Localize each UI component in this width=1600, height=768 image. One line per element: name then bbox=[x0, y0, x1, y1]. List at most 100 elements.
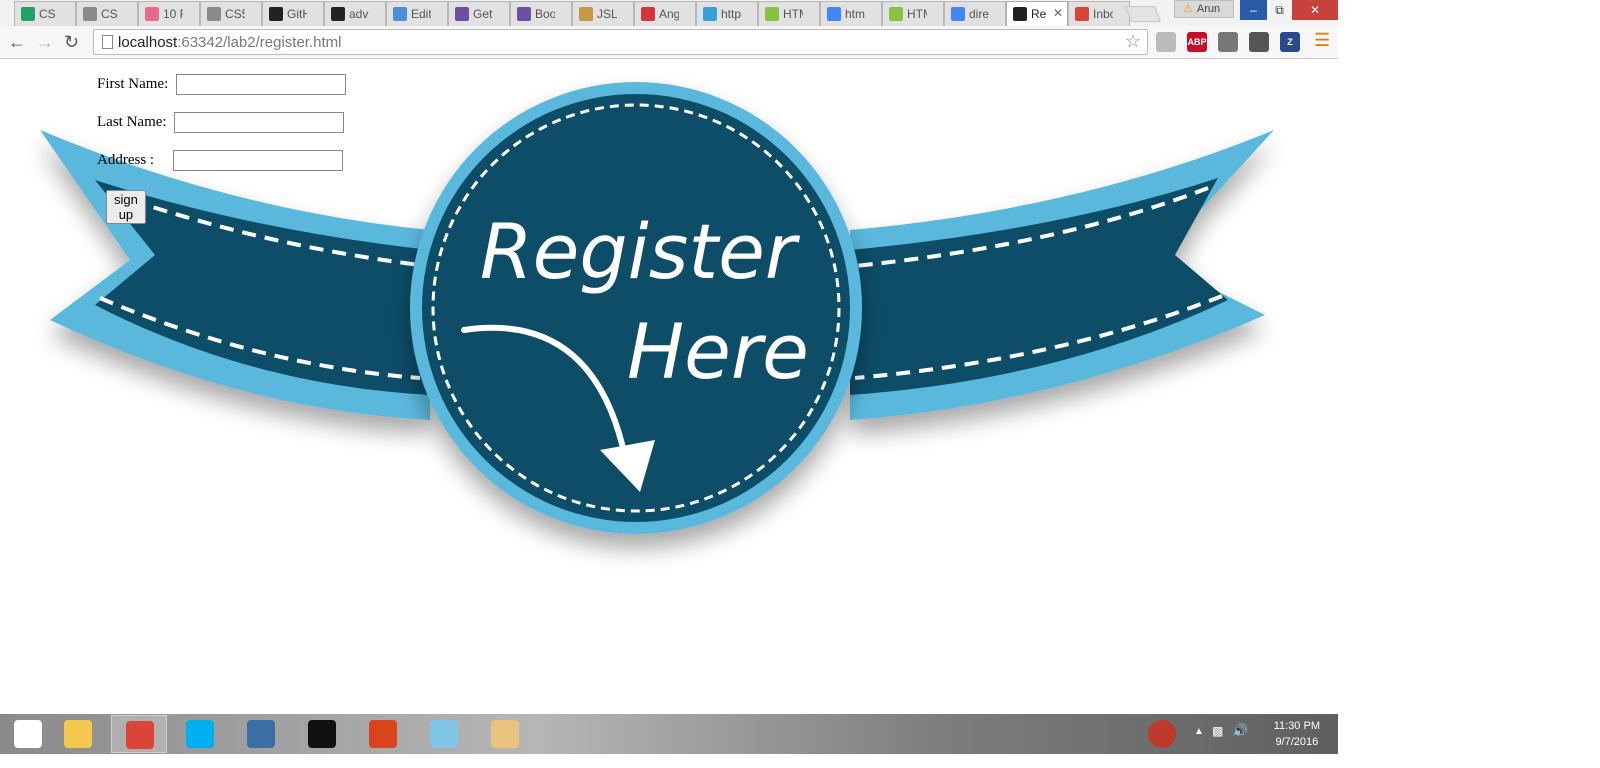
tab-label: Inbox bbox=[1093, 7, 1113, 21]
tab-label: Re bbox=[1031, 7, 1047, 21]
address-input[interactable] bbox=[173, 150, 343, 171]
start-button-taskbar-button[interactable] bbox=[0, 715, 56, 753]
browser-tab[interactable]: direc bbox=[944, 1, 1006, 26]
skype-taskbar-button[interactable] bbox=[172, 715, 228, 753]
shield-extension-icon[interactable] bbox=[1156, 32, 1176, 52]
browser-tab[interactable]: Inbox bbox=[1068, 1, 1130, 26]
clock[interactable]: 11:30 PM 9/7/2016 bbox=[1274, 718, 1320, 750]
address-label: Address : bbox=[97, 152, 155, 168]
tab-label: 10 R bbox=[163, 7, 183, 21]
close-tab-icon[interactable]: ✕ bbox=[1053, 6, 1063, 20]
tab-label: Getti bbox=[473, 7, 493, 21]
file-explorer-icon bbox=[64, 720, 92, 748]
jslint-icon bbox=[579, 7, 593, 21]
browser-tab[interactable]: CS bbox=[14, 1, 76, 26]
page-icon bbox=[102, 35, 113, 49]
browser-tab[interactable]: Angu bbox=[634, 1, 696, 26]
browser-tab[interactable]: html bbox=[820, 1, 882, 26]
tab-label: CS bbox=[39, 7, 56, 21]
paint-taskbar-button[interactable] bbox=[477, 715, 533, 753]
back-arrow-icon[interactable]: ← bbox=[8, 32, 26, 53]
profile-button[interactable]: ⚠ Arun bbox=[1174, 0, 1234, 18]
clock-date: 9/7/2016 bbox=[1275, 736, 1319, 748]
browser-tab[interactable]: JSLin bbox=[572, 1, 634, 26]
last-name-label: Last Name: bbox=[97, 114, 167, 130]
adblock-plus-icon[interactable]: ABP bbox=[1187, 32, 1207, 52]
restore-button[interactable]: ⧉ bbox=[1267, 0, 1292, 20]
url-text[interactable]: localhost:63342/lab2/register.html bbox=[118, 34, 341, 51]
tab-label: CS55 bbox=[225, 7, 245, 21]
banner-line-2: Here bbox=[627, 307, 809, 396]
first-name-label: First Name: bbox=[97, 76, 169, 92]
tab-label: Angu bbox=[659, 7, 679, 21]
menu-icon[interactable]: ☰ bbox=[1314, 30, 1330, 51]
start-button-icon bbox=[14, 720, 42, 748]
tab-label: HTM bbox=[907, 7, 927, 21]
document-icon bbox=[207, 7, 221, 21]
acrobat-icon bbox=[369, 720, 397, 748]
browser-tab[interactable]: CS bbox=[76, 1, 138, 26]
bookmark-star-icon[interactable]: ☆ bbox=[1125, 31, 1141, 52]
tab-label: GitH bbox=[287, 7, 307, 21]
volume-icon[interactable]: 🔊 bbox=[1232, 723, 1248, 739]
address-bar[interactable]: localhost:63342/lab2/register.html ☆ bbox=[93, 29, 1148, 55]
browser-tab[interactable]: 10 R bbox=[138, 1, 200, 26]
last-name-input[interactable] bbox=[174, 112, 344, 133]
network-icon[interactable]: ▩ bbox=[1212, 724, 1223, 738]
sign-up-button[interactable]: sign up bbox=[106, 190, 146, 224]
desktop-edge bbox=[0, 754, 1600, 768]
browser-tab[interactable]: Re ✕ bbox=[1006, 1, 1068, 26]
browser-tab[interactable]: adva bbox=[324, 1, 386, 26]
browser-tab[interactable]: Getti bbox=[448, 1, 510, 26]
google-icon bbox=[827, 7, 841, 21]
profile-name: Arun bbox=[1196, 3, 1221, 15]
webstorm-icon bbox=[1013, 7, 1027, 21]
cast-icon[interactable] bbox=[1218, 32, 1238, 52]
webstorm-taskbar-button[interactable] bbox=[294, 715, 350, 753]
left-ribbon bbox=[40, 130, 430, 420]
show-hidden-icons-icon[interactable]: ▲ bbox=[1194, 726, 1204, 737]
pocket-extension-icon[interactable] bbox=[1249, 32, 1269, 52]
new-tab-button[interactable] bbox=[1125, 6, 1161, 22]
window-app-taskbar-button[interactable] bbox=[233, 715, 289, 753]
webstorm-icon bbox=[308, 720, 336, 748]
notes-taskbar-button[interactable] bbox=[416, 715, 472, 753]
browser-window: Inbox Re ✕ direc HTM html HTM https Angu JSLin Boo… bbox=[0, 0, 1338, 60]
chrome-taskbar-button[interactable] bbox=[111, 715, 167, 753]
forward-arrow-icon[interactable]: → bbox=[36, 32, 54, 53]
tab-label: html bbox=[845, 7, 865, 21]
window-app-icon bbox=[247, 720, 275, 748]
file-explorer-taskbar-button[interactable] bbox=[50, 715, 106, 753]
bootstrap-icon bbox=[517, 7, 531, 21]
close-window-button[interactable]: ✕ bbox=[1292, 0, 1338, 20]
browser-tab[interactable]: CS55 bbox=[200, 1, 262, 26]
reload-icon[interactable]: ↻ bbox=[64, 32, 79, 53]
cloud-icon bbox=[393, 7, 407, 21]
browser-tab[interactable]: Boots bbox=[510, 1, 572, 26]
browser-tab[interactable]: HTM bbox=[882, 1, 944, 26]
windows-taskbar: ▲ ▩ 🔊 11:30 PM 9/7/2016 bbox=[0, 714, 1338, 754]
page-content: Register Here First Name: Last Name: Add… bbox=[0, 60, 1338, 714]
tab-label: CS bbox=[101, 7, 118, 21]
chrome-icon bbox=[126, 721, 154, 749]
browser-tab[interactable]: GitH bbox=[262, 1, 324, 26]
browser-tab[interactable]: HTM bbox=[758, 1, 820, 26]
right-ribbon bbox=[850, 130, 1274, 420]
minimize-button[interactable]: – bbox=[1240, 0, 1267, 20]
tab-label: Edit bbox=[411, 7, 431, 21]
paint-icon bbox=[491, 720, 519, 748]
tab-label: https bbox=[721, 7, 741, 21]
browser-tab[interactable]: https bbox=[696, 1, 758, 26]
clock-time: 11:30 PM bbox=[1273, 720, 1320, 732]
browser-tab[interactable]: Edit bbox=[386, 1, 448, 26]
notes-icon bbox=[430, 720, 458, 748]
sheets-icon bbox=[21, 7, 35, 21]
security-alert-icon[interactable] bbox=[1148, 720, 1176, 748]
zotero-extension-icon[interactable]: Z bbox=[1280, 32, 1300, 52]
warning-icon: ⚠ bbox=[1183, 3, 1193, 15]
tab-label: JSLin bbox=[597, 7, 617, 21]
acrobat-taskbar-button[interactable] bbox=[355, 715, 411, 753]
first-name-input[interactable] bbox=[176, 74, 346, 95]
banner-line-1: Register bbox=[480, 207, 801, 296]
tab-label: Boots bbox=[535, 7, 555, 21]
